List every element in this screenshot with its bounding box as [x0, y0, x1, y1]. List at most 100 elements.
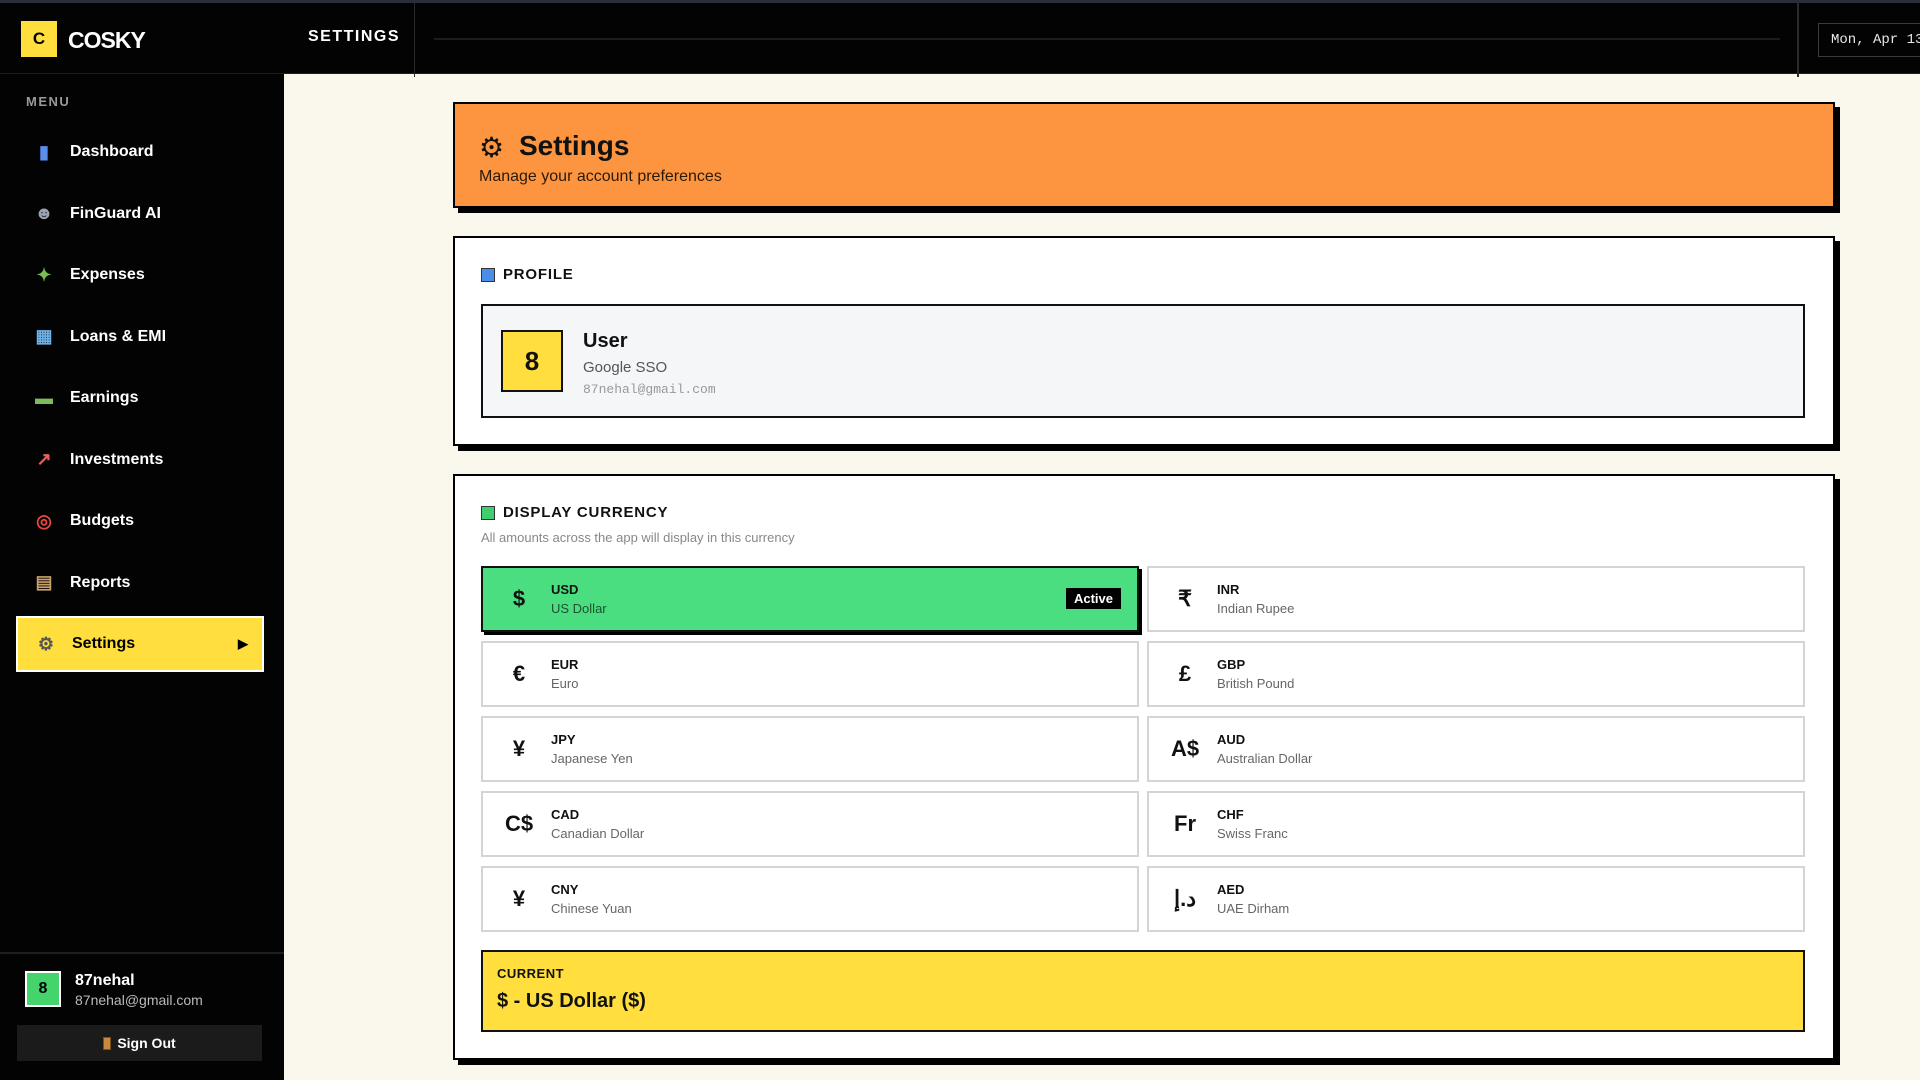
current-currency-panel: CURRENT $ - US Dollar ($): [481, 950, 1805, 1032]
settings-header: ⚙ Settings Manage your account preferenc…: [453, 102, 1835, 208]
sidebar-nav: ▮ Dashboard ☻ FinGuard AI ✦ Expenses ▦ Loans & …: [16, 124, 264, 678]
sidebar-item-label: Dashboard: [70, 143, 154, 160]
currency-symbol: C$: [504, 811, 534, 836]
divider: [1797, 3, 1799, 77]
sidebar-item-settings[interactable]: ⚙ Settings ▶: [16, 616, 264, 672]
currency-option-aud[interactable]: A$ AUD Australian Dollar: [1147, 716, 1805, 782]
currency-name: Indian Rupee: [1217, 601, 1295, 616]
currency-symbol: ₹: [1178, 586, 1192, 611]
sidebar-item-label: Expenses: [70, 266, 145, 283]
profile-email: 87nehal@gmail.com: [583, 382, 716, 397]
currency-option-cny[interactable]: ¥ CNY Chinese Yuan: [481, 866, 1139, 932]
currency-code: CHF: [1217, 807, 1244, 822]
sign-out-label: Sign Out: [117, 1035, 176, 1051]
section-marker-icon: [481, 505, 495, 520]
page-subtitle: Manage your account preferences: [479, 168, 722, 185]
main-content: ⚙ Settings Manage your account preferenc…: [284, 74, 1920, 1080]
ticker-line: [434, 38, 1780, 40]
clipboard-icon: ▤: [35, 572, 53, 592]
sidebar: MENU ▮ Dashboard ☻ FinGuard AI ✦ Expenses ▦ Loa…: [0, 74, 284, 1080]
currency-code: CNY: [551, 882, 579, 897]
logo-icon[interactable]: C: [21, 21, 57, 57]
section-title-label: PROFILE: [503, 266, 574, 283]
menu-label: MENU: [26, 94, 71, 109]
currency-code: EUR: [551, 657, 579, 672]
cash-icon: ▬: [35, 387, 53, 408]
currency-option-gbp[interactable]: £ GBP British Pound: [1147, 641, 1805, 707]
currency-name: British Pound: [1217, 676, 1295, 691]
currency-symbol: $: [512, 586, 526, 611]
profile-name: User: [583, 330, 628, 352]
currency-code: AED: [1217, 882, 1245, 897]
sidebar-item-label: Loans & EMI: [70, 327, 167, 345]
currency-card: DISPLAY CURRENCY All amounts across the …: [453, 474, 1835, 1060]
target-icon: ◎: [36, 510, 52, 531]
profile-provider: Google SSO: [583, 359, 668, 376]
money-wings-icon: ✦: [36, 264, 52, 285]
sidebar-item-dashboard[interactable]: ▮ Dashboard: [16, 124, 264, 180]
currency-code: GBP: [1217, 657, 1246, 672]
sidebar-item-reports[interactable]: ▤ Reports: [16, 555, 264, 611]
current-value: $ - US Dollar ($): [497, 990, 646, 1012]
bank-icon: ▦: [35, 326, 53, 346]
active-badge: Active: [1065, 588, 1121, 609]
currency-symbol: د.إ: [1173, 886, 1197, 911]
sidebar-item-loans-emi[interactable]: ▦ Loans & EMI: [16, 309, 264, 365]
currency-name: Australian Dollar: [1217, 751, 1313, 766]
section-marker-icon: [481, 267, 495, 282]
currency-option-aed[interactable]: د.إ AED UAE Dirham: [1147, 866, 1805, 932]
page-title: Settings: [519, 130, 630, 161]
door-icon: [103, 1036, 112, 1050]
profile-card: PROFILE 8 User Google SSO 87nehal@gmail.…: [453, 236, 1835, 446]
sidebar-item-earnings[interactable]: ▬ Earnings: [16, 370, 264, 426]
date-display: Mon, Apr 13: [1818, 23, 1920, 57]
avatar[interactable]: 8: [25, 971, 61, 1007]
currency-symbol: A$: [1170, 736, 1200, 761]
currency-symbol: €: [512, 661, 526, 686]
sidebar-item-finguard-ai[interactable]: ☻ FinGuard AI: [16, 186, 264, 242]
profile-box: 8 User Google SSO 87nehal@gmail.com: [481, 304, 1805, 418]
sidebar-item-expenses[interactable]: ✦ Expenses: [16, 247, 264, 303]
current-label: CURRENT: [497, 966, 565, 981]
currency-symbol: £: [1178, 661, 1192, 686]
currency-symbol: ¥: [512, 736, 526, 761]
currency-option-jpy[interactable]: ¥ JPY Japanese Yen: [481, 716, 1139, 782]
currency-name: Swiss Franc: [1217, 826, 1288, 841]
currency-option-usd[interactable]: $ USD US Dollar Active: [481, 566, 1139, 632]
currency-name: UAE Dirham: [1217, 901, 1290, 916]
gear-icon: ⚙: [479, 132, 505, 163]
chevron-right-icon: ▶: [238, 636, 248, 651]
currency-option-chf[interactable]: Fr CHF Swiss Franc: [1147, 791, 1805, 857]
trend-up-icon: ↗: [36, 449, 52, 469]
currency-name: Canadian Dollar: [551, 826, 645, 841]
currency-code: USD: [551, 582, 579, 597]
sidebar-item-label: Investments: [70, 450, 164, 468]
currency-name: Japanese Yen: [551, 751, 633, 766]
currency-symbol: Fr: [1174, 811, 1196, 836]
top-bar: C COSKY SETTINGS Mon, Apr 13: [0, 0, 1920, 77]
currency-option-cad[interactable]: C$ CAD Canadian Dollar: [481, 791, 1139, 857]
profile-section-title: PROFILE: [481, 266, 574, 283]
section-title-label: DISPLAY CURRENCY: [503, 504, 669, 521]
currency-code: CAD: [551, 807, 580, 822]
currency-option-eur[interactable]: € EUR Euro: [481, 641, 1139, 707]
currency-code: JPY: [551, 732, 576, 747]
currency-name: Euro: [551, 676, 579, 691]
robot-icon: ☻: [34, 203, 54, 223]
brand-name[interactable]: COSKY: [68, 27, 146, 54]
sidebar-item-investments[interactable]: ↗ Investments: [16, 432, 264, 488]
sign-out-button[interactable]: Sign Out: [17, 1025, 262, 1061]
sidebar-item-label: Budgets: [70, 512, 134, 529]
currency-option-inr[interactable]: ₹ INR Indian Rupee: [1147, 566, 1805, 632]
currency-code: INR: [1217, 582, 1240, 597]
user-name: 87nehal: [75, 972, 135, 989]
currency-name: Chinese Yuan: [551, 901, 632, 916]
currency-name: US Dollar: [551, 601, 607, 616]
divider: [0, 952, 284, 954]
sidebar-item-budgets[interactable]: ◎ Budgets: [16, 493, 264, 549]
currency-section-title: DISPLAY CURRENCY: [481, 504, 668, 521]
sidebar-item-label: Reports: [70, 573, 131, 591]
divider: [414, 3, 415, 77]
sidebar-item-label: Earnings: [70, 389, 139, 406]
currency-code: AUD: [1217, 732, 1246, 747]
